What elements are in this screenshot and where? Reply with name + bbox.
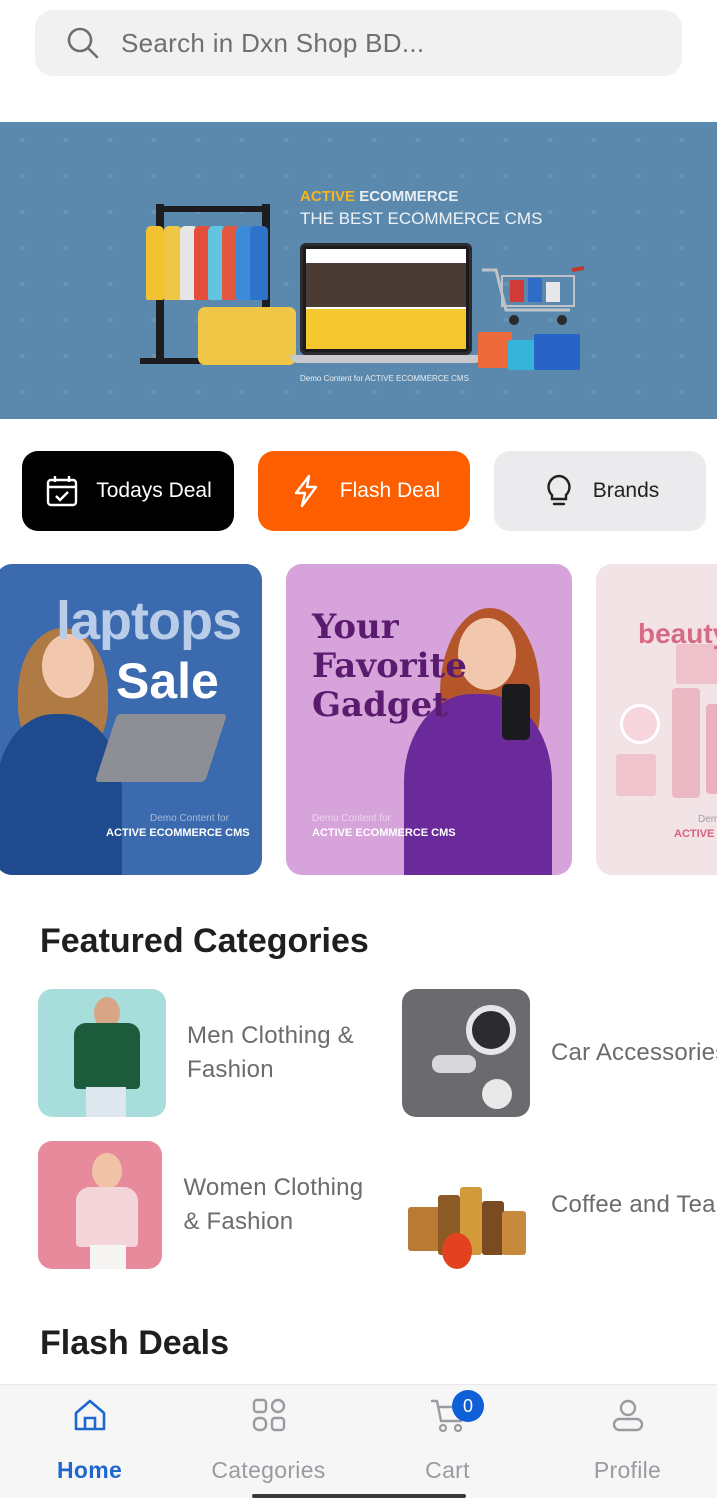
laptop-prop [94, 714, 228, 782]
category-thumbnail [402, 989, 530, 1117]
coffee-pack [502, 1211, 526, 1255]
nav-profile[interactable]: Profile [538, 1385, 717, 1498]
coffee-pack [408, 1207, 442, 1251]
bottom-navigation: Home Categories Cart Profile [0, 1384, 717, 1498]
category-men-clothing[interactable]: Men Clothing & Fashion [38, 989, 378, 1117]
shopping-bag-orange [478, 332, 512, 368]
grid-icon [249, 1395, 289, 1435]
calendar-check-icon [44, 473, 80, 509]
promo-sale-title: Sale [116, 653, 219, 709]
credit-card [198, 307, 296, 365]
banner-tagline: THE BEST ECOMMERCE CMS [300, 209, 543, 228]
nav-categories[interactable]: Categories [179, 1385, 358, 1498]
nav-cart-label: Cart [425, 1457, 470, 1483]
person-body [74, 1023, 140, 1089]
banner-brand-active: ACTIVE [300, 188, 356, 205]
banner-brand: ACTIVE ECOMMERCE [300, 188, 458, 205]
nav-cart[interactable]: Cart [358, 1385, 537, 1498]
laptop-display-hero [306, 263, 466, 307]
category-women-clothing[interactable]: Women Clothing & Fashion [38, 1141, 378, 1269]
category-name: Coffee and Tea [551, 1191, 716, 1218]
person-legs [86, 1087, 126, 1117]
person-body [76, 1187, 138, 1247]
lightning-icon [288, 473, 324, 509]
search-icon [65, 25, 101, 61]
promo-laptops-title: laptops [56, 591, 242, 651]
cosmetic-tube [672, 688, 700, 798]
category-car-accessories[interactable]: Car Accessories [402, 989, 717, 1117]
category-name: Women Clothing & Fashion [183, 1174, 364, 1235]
promo-gadget-line1: Your [312, 607, 399, 647]
laptop-display-products [306, 309, 466, 349]
promo-demo-text: Dem [698, 814, 717, 825]
nav-categories-label: Categories [211, 1457, 326, 1483]
promo-demo-text: Demo Content for [312, 813, 391, 824]
person-body [0, 714, 122, 875]
cosmetic-box [676, 644, 717, 684]
wheel-shape [466, 1005, 516, 1055]
promo-brand-text: ACTIVE ECOMMERCE CMS [106, 827, 250, 839]
promo-beauty-title: beauty [638, 618, 717, 649]
flash-deals-title: Flash Deals [40, 1324, 229, 1362]
search-input[interactable]: Search in Dxn Shop BD... [35, 10, 682, 76]
featured-categories-title: Featured Categories [40, 922, 369, 960]
shirt-blue [250, 226, 268, 300]
promo-demo-text: Demo Content for [150, 813, 229, 824]
category-thumbnail [38, 989, 166, 1117]
nav-profile-label: Profile [593, 1457, 662, 1483]
gauge-shape [482, 1079, 512, 1109]
person-legs [90, 1245, 126, 1269]
category-coffee-tea[interactable]: Coffee and Tea [402, 1141, 717, 1269]
search-bar-container: Search in Dxn Shop BD... [0, 0, 717, 100]
phone-prop [502, 684, 530, 740]
rack-bar [156, 206, 270, 212]
cosmetic-tube [706, 704, 717, 794]
category-name: Men Clothing & Fashion [187, 1022, 354, 1083]
nav-home-label: Home [56, 1457, 123, 1483]
home-indicator [252, 1494, 466, 1498]
coffee-jar [482, 1201, 504, 1255]
cosmetic-box [616, 754, 656, 796]
promo-gadget-line3: Gadget [312, 685, 448, 725]
lightbulb-icon [541, 473, 577, 509]
promo-gadget-line2: Favorite [312, 646, 467, 686]
todays-deal-label: Todays Deal [96, 479, 212, 502]
nav-home[interactable]: Home [0, 1385, 179, 1498]
category-thumbnail [402, 1141, 530, 1269]
brands-label: Brands [592, 479, 660, 502]
promo-gadget-title: Your Favorite Gadget [312, 608, 467, 725]
red-cup [442, 1233, 472, 1269]
exhaust-shape [432, 1055, 476, 1073]
brands-button[interactable]: Brands [494, 451, 706, 531]
shopping-bag-blue [534, 334, 580, 370]
promo-brand-text: ACTIVE [674, 828, 715, 840]
flash-deal-button[interactable]: Flash Deal [258, 451, 470, 531]
shopping-cart-illustration [482, 266, 585, 325]
home-icon [70, 1395, 110, 1435]
laptop-display [306, 249, 466, 349]
banner-brand-ecommerce: ECOMMERCE [359, 188, 459, 205]
category-name: Car Accessories [551, 1039, 717, 1066]
promo-brand-text: ACTIVE ECOMMERCE CMS [312, 827, 456, 839]
category-thumbnail [38, 1141, 163, 1269]
person-face [92, 1153, 122, 1189]
flash-deal-label: Flash Deal [339, 479, 441, 502]
cosmetic-jar [620, 704, 660, 744]
person-icon [608, 1395, 648, 1435]
laptop-base [290, 355, 482, 363]
todays-deal-button[interactable]: Todays Deal [22, 451, 234, 531]
shirt-yellow [146, 226, 164, 300]
search-placeholder: Search in Dxn Shop BD... [121, 27, 425, 58]
cart-count-badge: 0 [452, 1390, 484, 1422]
banner-demo-text: Demo Content for ACTIVE ECOMMERCE CMS [300, 374, 469, 383]
